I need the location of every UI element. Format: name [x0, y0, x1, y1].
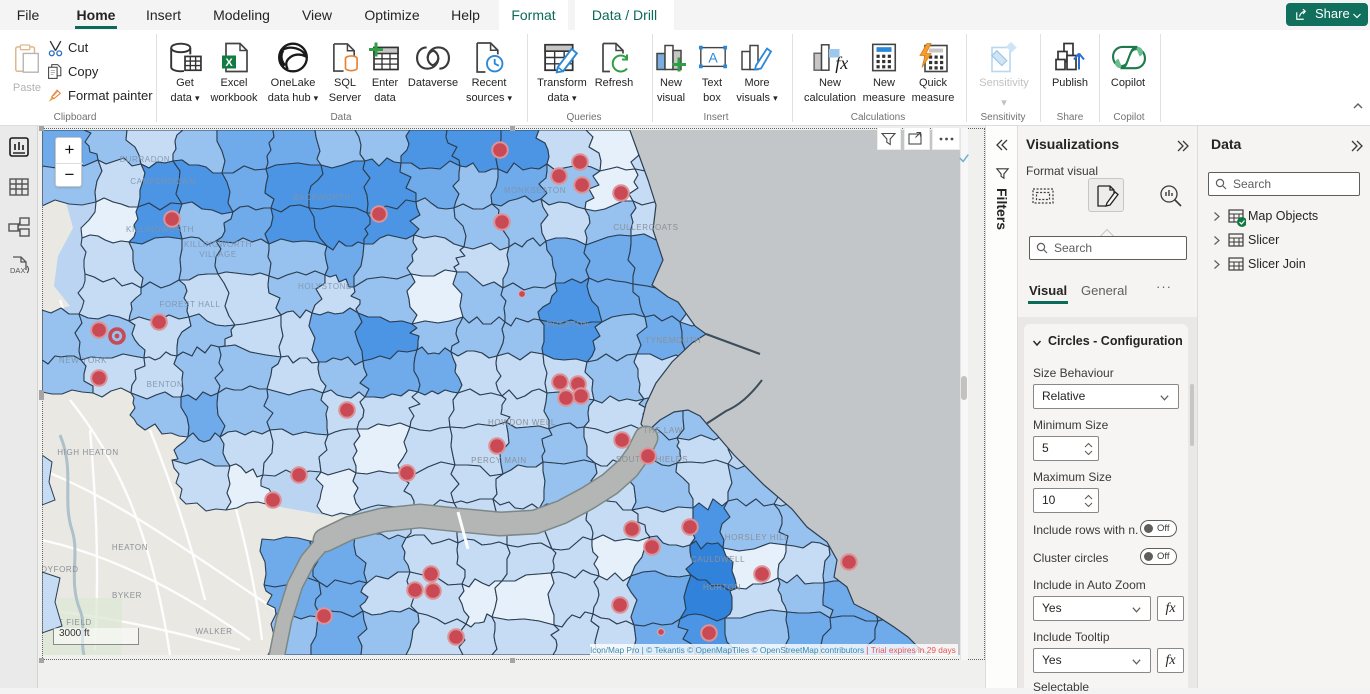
svg-text:X: X	[225, 57, 233, 69]
svg-text:A: A	[708, 50, 718, 66]
svg-text:fx: fx	[835, 53, 848, 73]
svg-text:DAX: DAX	[10, 266, 25, 275]
